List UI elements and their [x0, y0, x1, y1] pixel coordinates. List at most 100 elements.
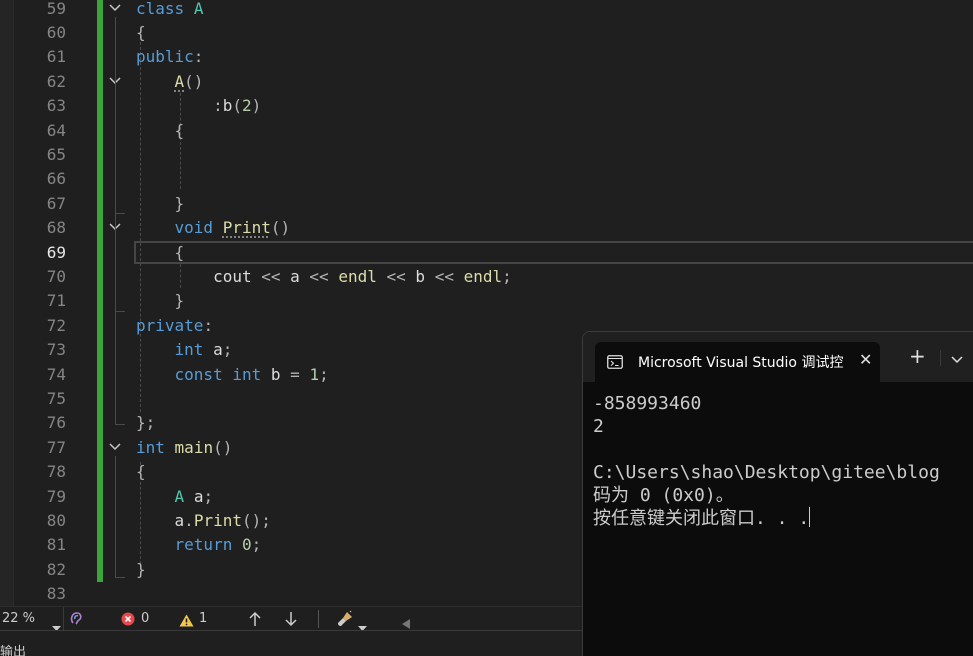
error-count: 0 — [141, 611, 150, 626]
console-tab-title: Microsoft Visual Studio 调试控 — [638, 355, 844, 371]
terminal-icon — [607, 355, 623, 369]
code-line: } — [136, 289, 185, 313]
identifier: cout — [213, 267, 252, 286]
line-number: 65 — [46, 145, 66, 164]
zoom-level[interactable]: 22 % — [2, 607, 35, 631]
line-number: 70 — [46, 267, 66, 286]
line-number: 62 — [46, 72, 66, 91]
console-line: -858993460 — [593, 393, 702, 414]
function-name: Print — [222, 218, 271, 237]
parens: () — [213, 438, 233, 457]
code-line: void Print() — [136, 216, 291, 240]
separator — [940, 350, 941, 366]
code-line: int a; — [136, 338, 233, 362]
chevron-down-icon — [109, 443, 121, 451]
code-line: int main() — [136, 436, 232, 460]
keyword: int — [136, 438, 165, 457]
warning-icon — [179, 614, 194, 627]
console-line: 按任意键关闭此窗口. . . — [593, 508, 810, 529]
paren: ) — [251, 96, 262, 115]
identifier: a — [213, 340, 223, 359]
line-number: 82 — [46, 560, 66, 579]
brace: } — [136, 560, 146, 579]
chevron-down-icon[interactable] — [951, 356, 963, 364]
console-output[interactable]: -858993460 2 C:\Users\shao\Desktop\gitee\… — [593, 392, 973, 530]
console-titlebar[interactable]: Microsoft Visual Studio 调试控 ✕ + — [583, 332, 973, 382]
line-number: 79 — [46, 487, 66, 506]
debug-console-window[interactable]: Microsoft Visual Studio 调试控 ✕ + -8589934… — [582, 331, 973, 656]
code-line: const int b = 1; — [136, 363, 329, 387]
semicolon: ; — [502, 267, 512, 286]
ear-icon — [70, 612, 82, 625]
close-icon[interactable]: ✕ — [859, 350, 872, 369]
code-line: { — [136, 460, 146, 484]
identifier: endl — [338, 267, 377, 286]
console-line: C:\Users\shao\Desktop\gitee\blog — [593, 462, 940, 483]
keyword: return — [174, 535, 233, 554]
current-line-highlight — [134, 241, 973, 264]
keyword: int — [232, 365, 262, 384]
call-parens: (); — [241, 511, 271, 530]
identifier: b — [270, 365, 281, 384]
line-number-current: 69 — [46, 243, 66, 262]
fold-guide-end — [115, 424, 125, 425]
chevron-down-icon — [109, 4, 121, 12]
console-line: 码为 0 (0x0)。 — [593, 485, 734, 506]
code-line: } — [136, 192, 185, 216]
fold-guide-end — [115, 577, 125, 578]
plus-icon[interactable]: + — [909, 346, 926, 366]
console-prompt-line: 按任意键关闭此窗口. . . — [593, 507, 973, 530]
fold-guide — [115, 456, 116, 578]
line-number: 78 — [46, 462, 66, 481]
separator — [63, 607, 64, 631]
brace: }; — [136, 413, 156, 432]
function-name: main — [174, 438, 214, 457]
operator: << — [309, 267, 329, 286]
line-number: 83 — [46, 584, 66, 603]
identifier: a — [290, 267, 300, 286]
member: b — [222, 96, 233, 115]
error-icon — [121, 612, 135, 626]
fold-guide — [115, 17, 116, 425]
line-number: 60 — [46, 23, 66, 42]
type-name: A — [174, 487, 185, 506]
brace: { — [136, 462, 146, 481]
keyword: int — [174, 340, 204, 359]
brace: { — [174, 121, 185, 140]
fold-guide-end — [115, 311, 125, 312]
line-number: 76 — [46, 413, 66, 432]
line-number: 81 — [46, 535, 66, 554]
number-literal: 2 — [241, 96, 252, 115]
fold-guide — [115, 90, 116, 214]
semicolon: ; — [203, 487, 214, 506]
brace: } — [174, 194, 185, 213]
text-cursor — [809, 507, 811, 527]
semicolon: ; — [251, 535, 262, 554]
brace: } — [174, 291, 185, 310]
identifier: endl — [463, 267, 503, 286]
arrow-down-icon — [285, 612, 297, 627]
output-tab[interactable]: 输出 — [0, 641, 26, 656]
line-number: 64 — [46, 121, 66, 140]
line-number: 72 — [46, 316, 66, 335]
line-number: 59 — [46, 0, 66, 18]
code-line: class A — [136, 0, 203, 21]
horizontal-scrollbar[interactable] — [418, 618, 582, 621]
colon: : — [203, 316, 214, 335]
class-name: A — [193, 0, 204, 18]
line-number: 66 — [46, 169, 66, 188]
console-tab[interactable]: Microsoft Visual Studio 调试控 ✕ — [595, 342, 880, 382]
function-call: Print — [193, 511, 242, 530]
operator: << — [261, 267, 281, 286]
fold-guide — [115, 236, 116, 312]
warning-count: 1 — [199, 611, 208, 626]
operator: << — [386, 267, 406, 286]
keyword: const — [174, 365, 223, 384]
code-line: :b(2) — [136, 94, 261, 118]
line-number: 80 — [46, 511, 66, 530]
operator: = — [290, 365, 300, 384]
colon: : — [213, 96, 223, 115]
change-tracking-bar — [97, 0, 103, 582]
code-line: public: — [136, 45, 203, 69]
code-line: } — [136, 558, 146, 582]
